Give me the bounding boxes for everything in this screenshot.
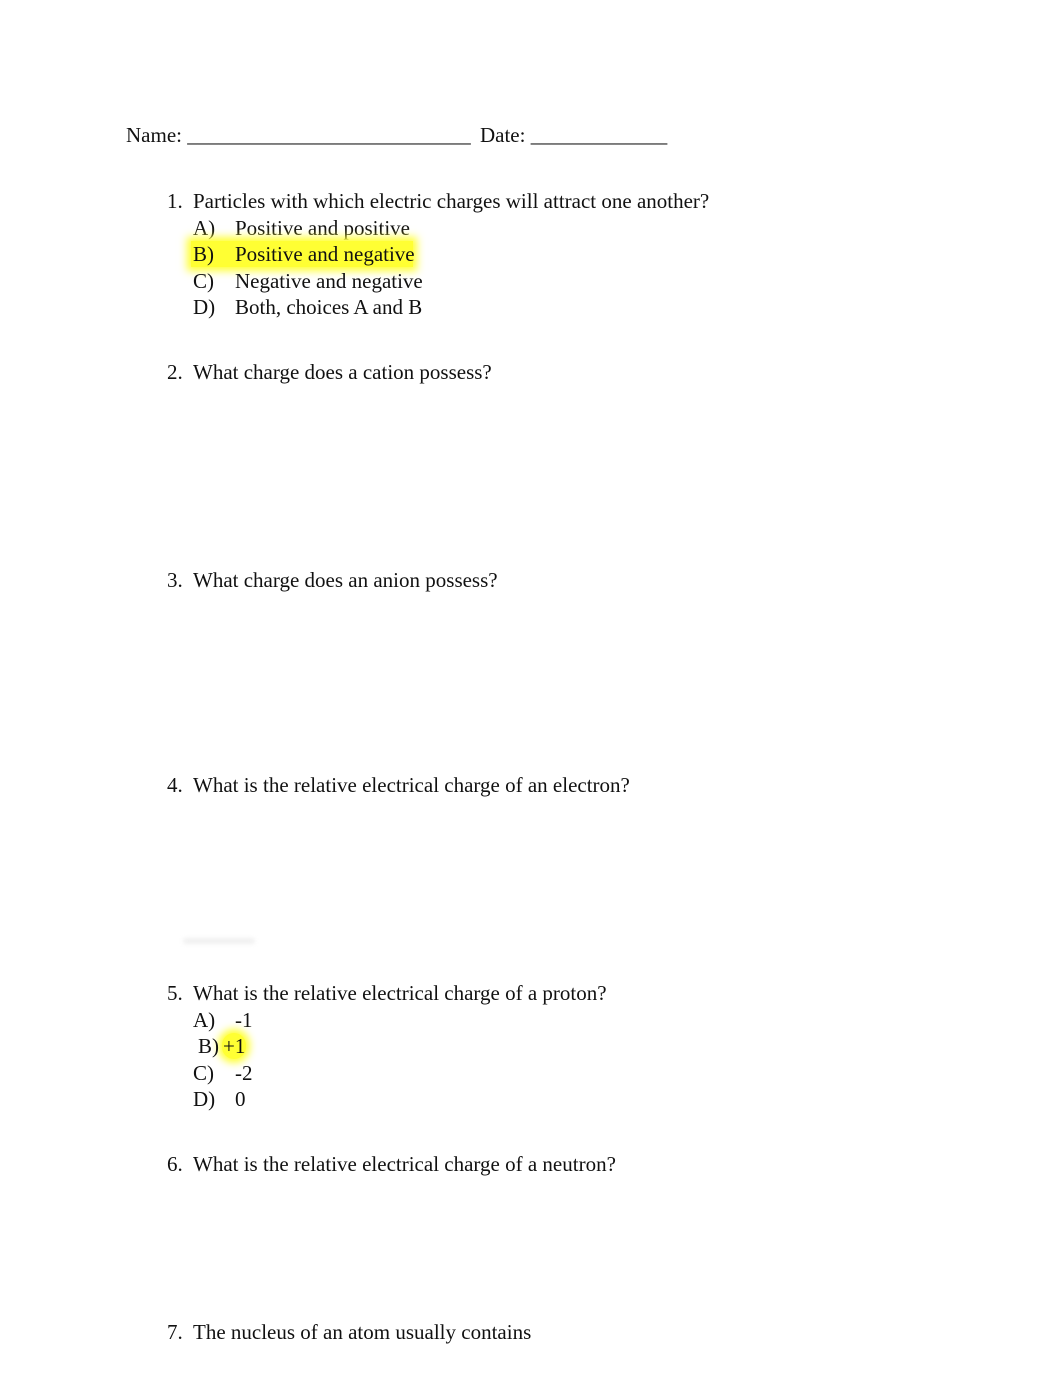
option-1c[interactable]: C) Negative and negative bbox=[193, 268, 493, 294]
option-letter: D) bbox=[193, 295, 216, 319]
option-text: Both, choices A and B bbox=[235, 295, 423, 319]
question-1: 1. Particles with which electric charges… bbox=[167, 188, 767, 214]
date-field[interactable]: _____________ bbox=[531, 123, 668, 147]
question-6: 6. What is the relative electrical charg… bbox=[167, 1151, 767, 1177]
option-letter: D) bbox=[193, 1087, 216, 1111]
question-number: 2. bbox=[167, 360, 183, 384]
option-letter: B) bbox=[198, 1034, 219, 1058]
question-2: 2. What charge does a cation possess? bbox=[167, 359, 767, 385]
question-text: What is the relative electrical charge o… bbox=[193, 1152, 616, 1176]
question-text: What is the relative electrical charge o… bbox=[193, 773, 630, 797]
option-letter: C) bbox=[193, 1061, 214, 1085]
option-letter: A) bbox=[193, 216, 216, 240]
faint-mark bbox=[183, 938, 255, 944]
question-7: 7. The nucleus of an atom usually contai… bbox=[167, 1319, 767, 1345]
option-text: Positive and positive bbox=[235, 216, 410, 240]
question-number: 3. bbox=[167, 568, 183, 592]
option-text: Negative and negative bbox=[235, 269, 423, 293]
option-letter: B) bbox=[193, 242, 214, 266]
option-letter: C) bbox=[193, 269, 214, 293]
option-5d[interactable]: D) 0 bbox=[193, 1086, 393, 1112]
question-4: 4. What is the relative electrical charg… bbox=[167, 772, 767, 798]
option-text: Positive and negative bbox=[235, 242, 415, 266]
name-date-line: Name: ___________________________ Date: … bbox=[126, 122, 667, 148]
option-letter: A) bbox=[193, 1008, 216, 1032]
option-5b[interactable]: B) +1 bbox=[198, 1033, 398, 1059]
question-text: What charge does a cation possess? bbox=[193, 360, 492, 384]
question-number: 4. bbox=[167, 773, 183, 797]
option-1d[interactable]: D) Both, choices A and B bbox=[193, 294, 493, 320]
option-1a[interactable]: A) Positive and positive bbox=[193, 215, 493, 241]
option-5c[interactable]: C) -2 bbox=[193, 1060, 393, 1086]
name-field[interactable]: ___________________________ bbox=[187, 123, 471, 147]
question-number: 6. bbox=[167, 1152, 183, 1176]
question-number: 1. bbox=[167, 189, 183, 213]
option-1b[interactable]: B) Positive and negative bbox=[191, 241, 493, 267]
question-number: 7. bbox=[167, 1320, 183, 1344]
option-text: -1 bbox=[235, 1008, 253, 1032]
option-text: -2 bbox=[235, 1061, 253, 1085]
question-5: 5. What is the relative electrical charg… bbox=[167, 980, 767, 1006]
question-text: What is the relative electrical charge o… bbox=[193, 981, 607, 1005]
option-text: 0 bbox=[235, 1087, 246, 1111]
name-label: Name: bbox=[126, 123, 182, 147]
date-label: Date: bbox=[479, 123, 526, 147]
question-number: 5. bbox=[167, 981, 183, 1005]
option-5a[interactable]: A) -1 bbox=[193, 1007, 393, 1033]
question-text: What charge does an anion possess? bbox=[193, 568, 498, 592]
option-text: +1 bbox=[223, 1034, 246, 1058]
question-text: Particles with which electric charges wi… bbox=[193, 189, 710, 213]
question-text: The nucleus of an atom usually contains bbox=[193, 1320, 532, 1344]
question-3: 3. What charge does an anion possess? bbox=[167, 567, 767, 593]
